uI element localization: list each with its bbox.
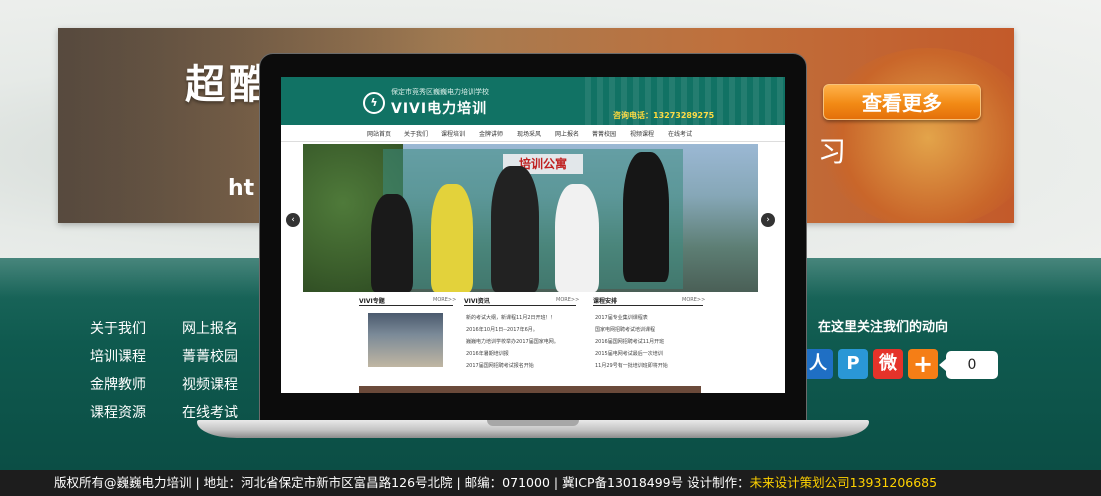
renren-icon[interactable]: 人 [803,349,833,379]
site-nav-campus[interactable]: 菁菁校园 [592,129,616,138]
laptop-notch [487,420,579,426]
col-schedule-title: 课程安排 [593,298,618,305]
footer-link-signup[interactable]: 网上报名 [182,318,238,338]
site-logo-icon: ϟ [363,92,385,114]
banner-right-text: 习 [818,135,847,168]
site-phone: 咨询电话：13273289275 [613,111,715,120]
copyright-bar: 版权所有@巍巍电力培训 | 地址：河北省保定市新市区富昌路126号北院 | 邮编… [0,470,1101,496]
slider-person [623,152,669,282]
slider-person [371,194,413,292]
col-topic-title: VIVI专题 [359,298,385,305]
site-bottom-banner [359,386,701,393]
site-nav-exam[interactable]: 在线考试 [668,129,692,138]
footer-link-courses[interactable]: 培训课程 [90,346,146,366]
pengyou-icon[interactable]: P [838,349,868,379]
footer-link-exam[interactable]: 在线考试 [182,402,238,422]
site-title: VIVI电力培训 [391,101,488,117]
site-nav-home[interactable]: 网站首页 [367,129,391,138]
footer-link-video[interactable]: 视频课程 [182,374,238,394]
news-item[interactable]: 新的考试大纲，新课程11月2日开班！！ [466,314,556,321]
slider-person [491,166,539,292]
weibo-icon[interactable]: 微 [873,349,903,379]
col-schedule-rule [593,305,703,306]
site-header: ϟ 保定市竞秀区巍巍电力培训学校 VIVI电力培训 咨询电话：132732892… [281,77,785,125]
schedule-item[interactable]: 2015届电网考试最后一次培训 [595,350,663,357]
view-more-button[interactable]: 查看更多 [823,84,981,120]
footer-link-about[interactable]: 关于我们 [90,318,146,338]
banner-glow [818,48,1014,223]
site-nav-signup[interactable]: 网上报名 [555,129,579,138]
follow-title: 在这里关注我们的动向 [818,320,949,335]
topic-thumbnail[interactable] [368,313,443,367]
news-item[interactable]: 巍巍电力培训学校举办2017届国家电网。 [466,338,559,345]
footer-link-campus[interactable]: 菁菁校园 [182,346,238,366]
col-news-title: VIVI资讯 [464,298,490,305]
banner-subtitle: ht [228,176,255,201]
site-nav-courses[interactable]: 课程培训 [441,129,465,138]
slider-person [431,184,473,292]
schedule-item[interactable]: 11月29号有一批培训班即将开始 [595,362,668,369]
schedule-item[interactable]: 国家电网招聘考试培训课程 [595,326,655,333]
footer-link-resources[interactable]: 课程资源 [90,402,146,422]
share-plus-icon[interactable]: + [908,349,938,379]
site-school-name: 保定市竞秀区巍巍电力培训学校 [391,88,489,96]
col-topic-more[interactable]: MORE>> [433,297,456,303]
slider-next-arrow-icon[interactable]: › [761,213,775,227]
news-item[interactable]: 2016年10月1日--2017年6月。 [466,326,538,333]
slider-person [555,184,599,292]
schedule-item[interactable]: 2016届国网招聘考试11月开班 [595,338,664,345]
designer-link[interactable]: 未来设计策划公司13931206685 [750,475,937,490]
footer-link-teachers[interactable]: 金牌教师 [90,374,146,394]
schedule-item[interactable]: 2017届专业集训课程表 [595,314,648,321]
site-nav-about[interactable]: 关于我们 [404,129,428,138]
col-topic-rule [359,305,453,306]
site-nav-video[interactable]: 视频课程 [630,129,654,138]
laptop-screen: ϟ 保定市竞秀区巍巍电力培训学校 VIVI电力培训 咨询电话：132732892… [281,77,785,393]
site-nav-teachers[interactable]: 金牌讲师 [479,129,503,138]
news-item[interactable]: 2016年暑期培训报 [466,350,509,357]
share-count: 0 [939,351,998,379]
col-schedule-more[interactable]: MORE>> [682,297,705,303]
col-news-rule [464,305,576,306]
copyright-text: 版权所有@巍巍电力培训 | 地址：河北省保定市新市区富昌路126号北院 | 邮编… [54,475,750,490]
photo-slider[interactable]: 培训公寓 [303,144,758,292]
site-nav: 网站首页 关于我们 课程培训 金牌讲师 现场采风 网上报名 菁菁校园 视频课程 … [281,125,785,142]
site-nav-scene[interactable]: 现场采风 [517,129,541,138]
col-news-more[interactable]: MORE>> [556,297,579,303]
news-item[interactable]: 2017届国网招聘考试报名开始 [466,362,534,369]
slider-prev-arrow-icon[interactable]: ‹ [286,213,300,227]
